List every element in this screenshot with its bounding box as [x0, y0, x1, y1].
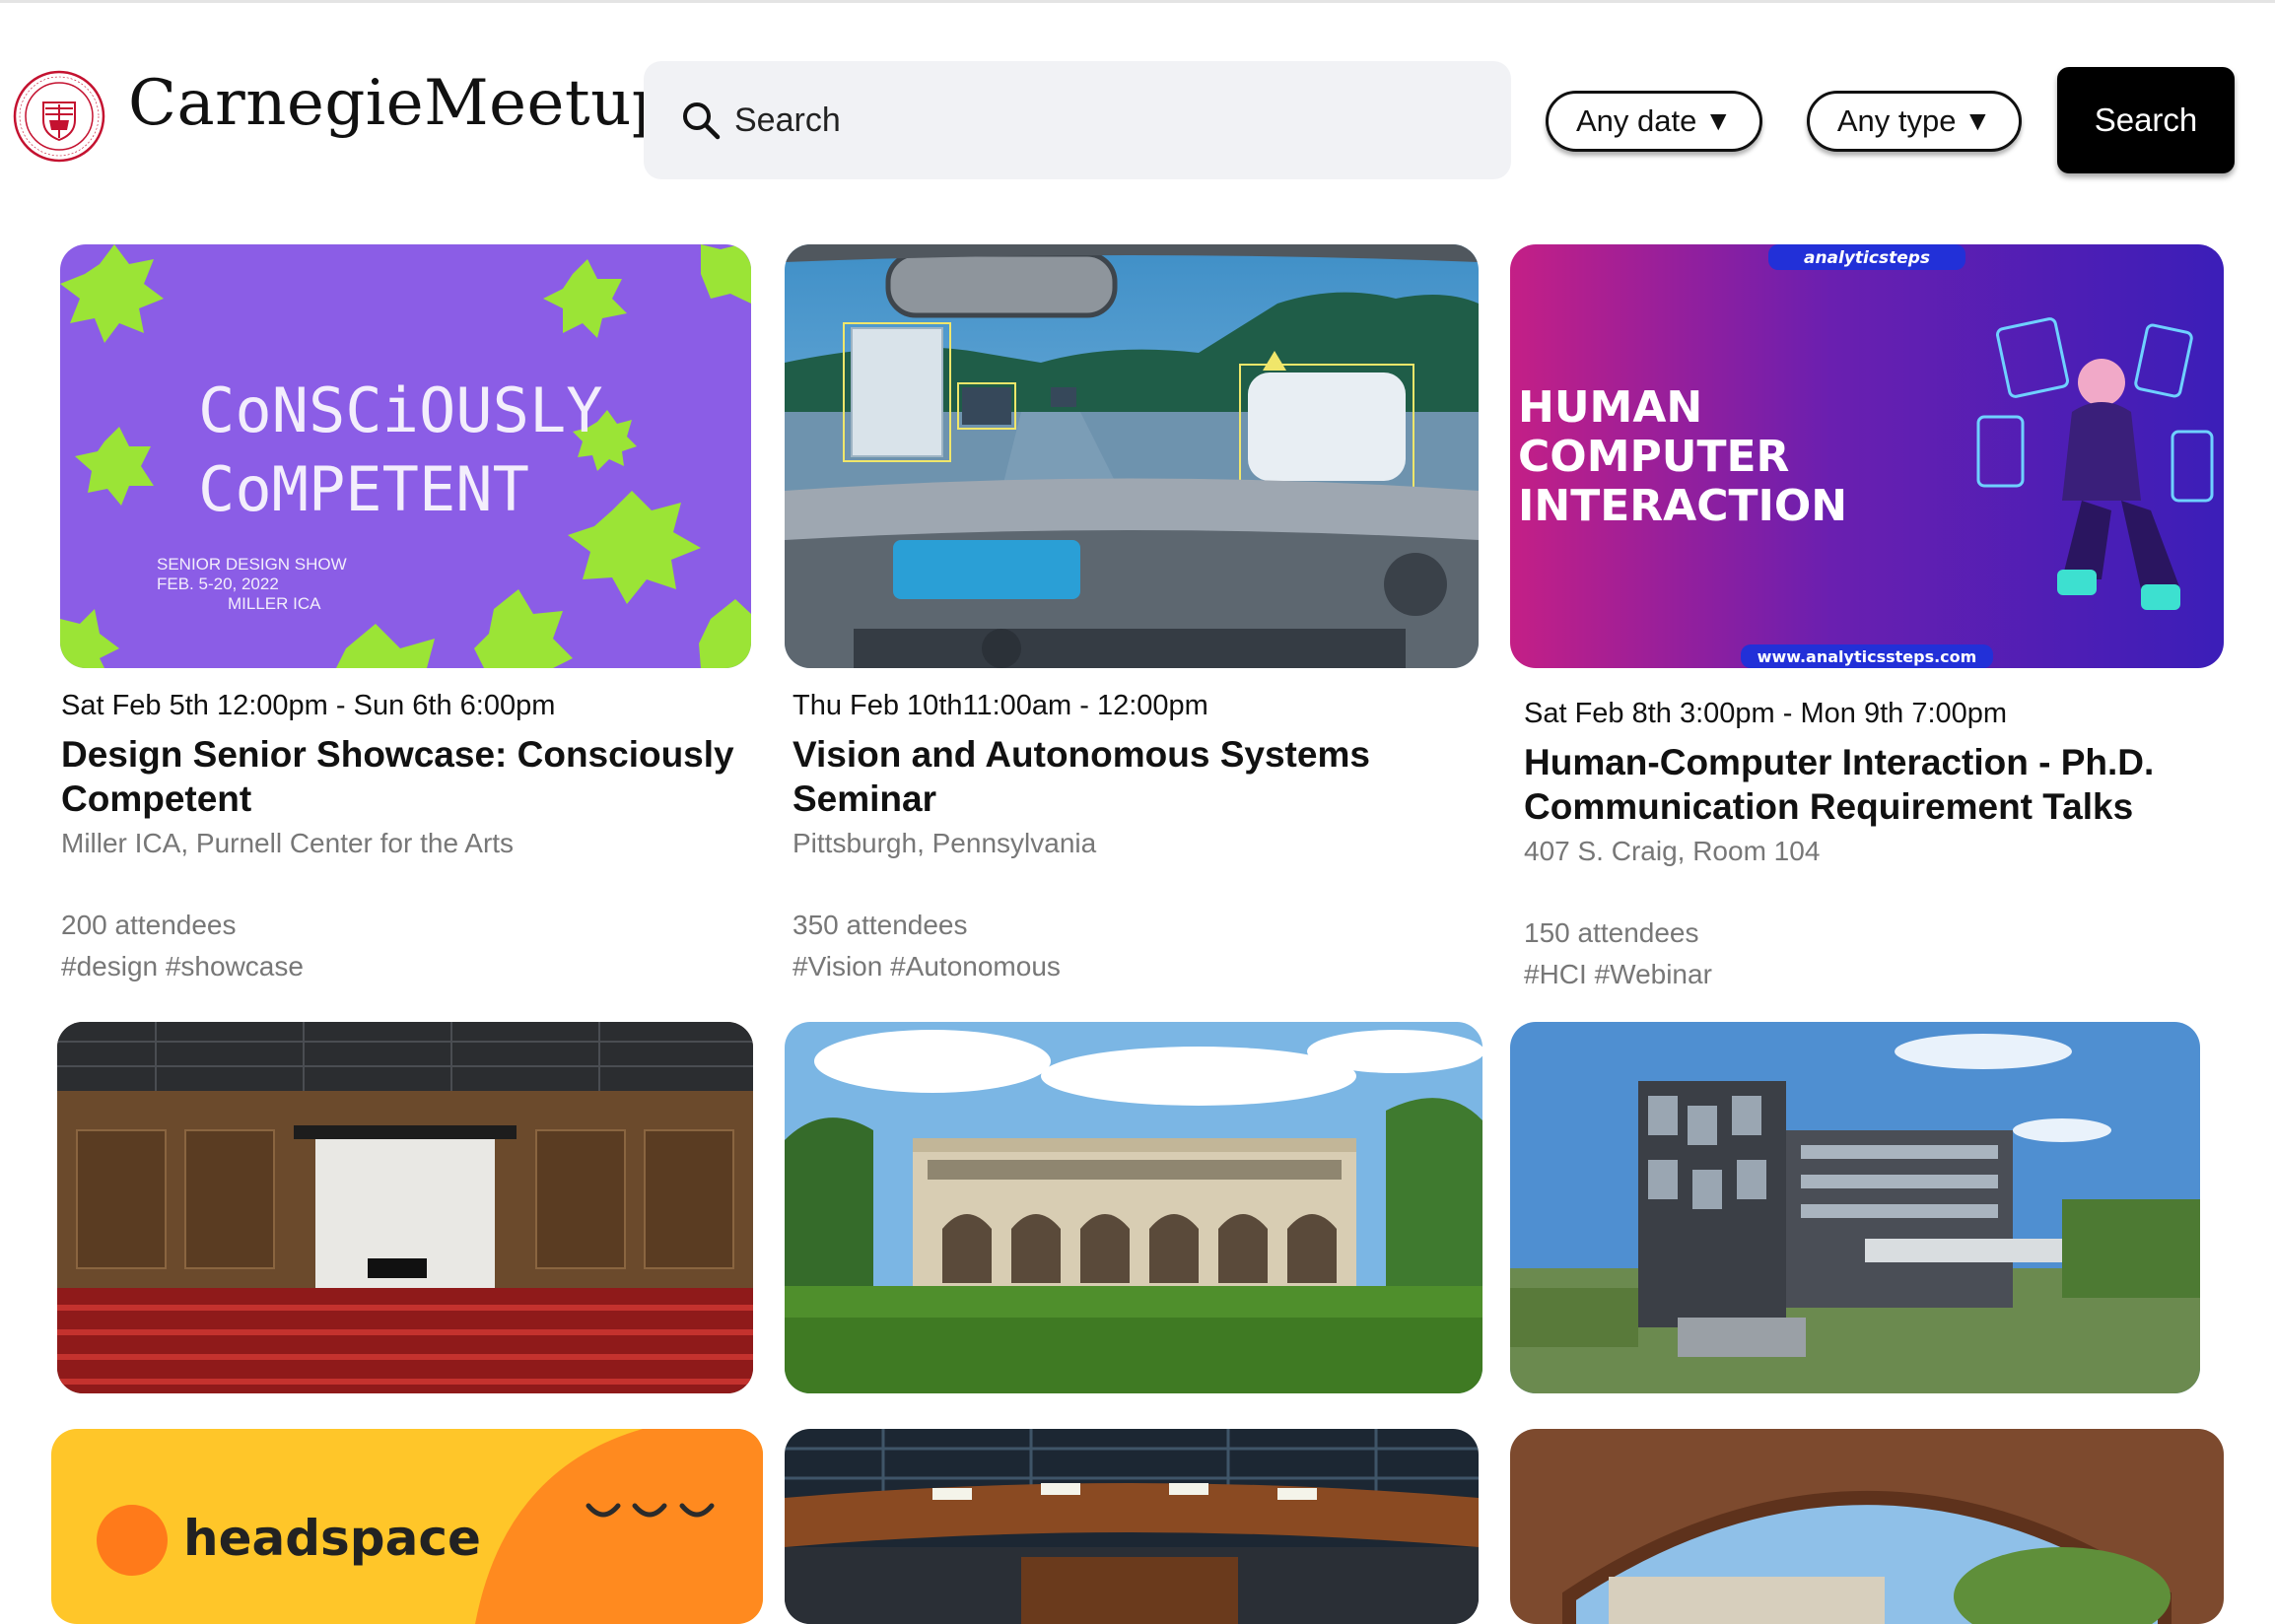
event-image[interactable] [1510, 1022, 2200, 1393]
cmu-seal-logo[interactable] [12, 69, 106, 164]
poster-title-line1: CoNSCiOUSLY [198, 374, 603, 446]
search-bar[interactable] [644, 61, 1511, 179]
caret-down-icon: ▼ [1964, 105, 1992, 136]
event-image[interactable] [1510, 1429, 2224, 1624]
poster-caption3: MILLER ICA [228, 594, 321, 613]
poster-caption2: FEB. 5-20, 2022 [157, 575, 279, 593]
event-attendees: 350 attendees [793, 910, 968, 940]
event-date: Sat Feb 5th 12:00pm - Sun 6th 6:00pm [61, 690, 556, 721]
date-filter-dropdown[interactable]: Any date ▼ [1546, 91, 1762, 152]
event-attendees: 200 attendees [61, 910, 237, 940]
event-image[interactable] [57, 1022, 753, 1393]
poster-line2: COMPUTER [1518, 432, 1789, 482]
search-icon [683, 102, 721, 140]
search-input[interactable] [734, 89, 1483, 152]
event-tags: #design #showcase [61, 951, 304, 981]
event-location: Pittsburgh, Pennsylvania [793, 828, 1097, 858]
event-location: Miller ICA, Purnell Center for the Arts [61, 828, 515, 858]
type-filter-label: Any type [1836, 103, 1957, 138]
poster-brand: analyticsteps [1804, 248, 1930, 268]
poster-caption1: SENIOR DESIGN SHOW [157, 555, 347, 574]
event-tags: #Vision #Autonomous [793, 951, 1061, 981]
poster-line1: HUMAN [1518, 382, 1702, 433]
event-location: 407 S. Craig, Room 104 [1524, 836, 1821, 866]
event-date: Thu Feb 10th11:00am - 12:00pm [793, 690, 1208, 721]
poster-url: www.analyticssteps.com [1758, 647, 1977, 666]
event-title[interactable]: Design Senior Showcase: Consciously Comp… [61, 732, 751, 821]
event-title[interactable]: Human-Computer Interaction - Ph.D. Commu… [1524, 740, 2234, 829]
headspace-logo-text: headspace [183, 1510, 481, 1567]
event-image[interactable]: CoNSCiOUSLY CoMPETENT SENIOR DESIGN SHOW… [60, 244, 751, 668]
event-image[interactable]: headspace [51, 1429, 763, 1624]
search-button[interactable]: Search [2057, 67, 2235, 173]
brand-name[interactable]: CarnegieMeetup [128, 67, 672, 140]
event-attendees: 150 attendees [1524, 917, 1699, 948]
date-filter-label: Any date [1575, 103, 1697, 138]
poster-title-line2: CoMPETENT [198, 453, 529, 525]
event-tags: #HCI #Webinar [1524, 959, 1712, 989]
event-image[interactable]: analyticsteps HUMAN COMPUTER INTERACTION… [1510, 244, 2224, 668]
event-title[interactable]: Vision and Autonomous Systems Seminar [793, 732, 1463, 821]
type-filter-dropdown[interactable]: Any type ▼ [1807, 91, 2022, 152]
poster-line3: INTERACTION [1518, 481, 1847, 531]
event-date: Sat Feb 8th 3:00pm - Mon 9th 7:00pm [1524, 698, 2008, 729]
event-image[interactable] [785, 1022, 1482, 1393]
event-image[interactable] [785, 1429, 1479, 1624]
top-border [0, 0, 2275, 3]
event-image[interactable] [785, 244, 1479, 668]
caret-down-icon: ▼ [1704, 105, 1733, 136]
